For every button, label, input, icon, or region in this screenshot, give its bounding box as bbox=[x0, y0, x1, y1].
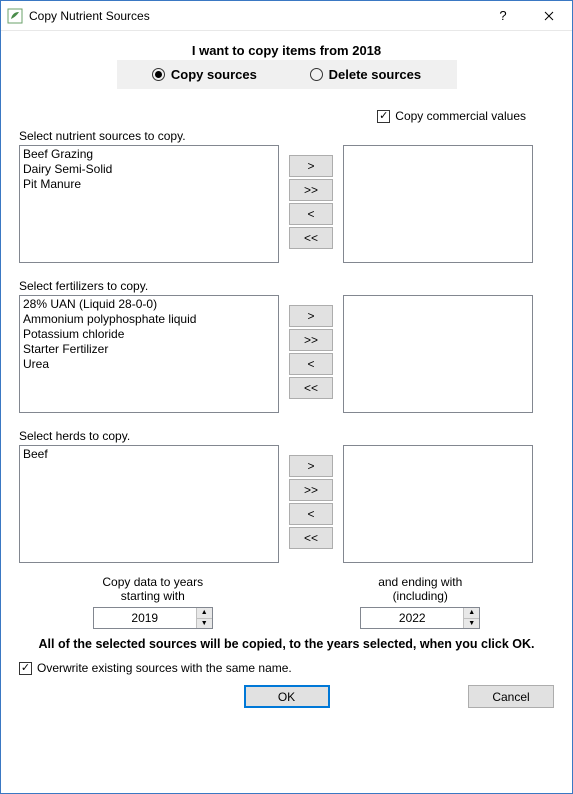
section-nutrient: Select nutrient sources to copy. Beef Gr… bbox=[19, 129, 554, 263]
list-item[interactable]: Starter Fertilizer bbox=[23, 342, 275, 357]
section-herds: Select herds to copy. Beef > >> < << bbox=[19, 429, 554, 563]
radio-dot-icon bbox=[152, 68, 165, 81]
remove-button[interactable]: < bbox=[289, 503, 333, 525]
spinner-down-icon[interactable]: ▼ bbox=[197, 619, 212, 629]
fertilizer-list-right[interactable] bbox=[343, 295, 533, 413]
copy-note: All of the selected sources will be copi… bbox=[19, 637, 554, 651]
list-item[interactable]: Urea bbox=[23, 357, 275, 372]
help-button[interactable]: ? bbox=[480, 1, 526, 31]
radio-delete-sources[interactable]: Delete sources bbox=[310, 67, 422, 82]
fertilizer-move-buttons: > >> < << bbox=[289, 305, 333, 399]
fertilizer-list-left[interactable]: 28% UAN (Liquid 28-0-0) Ammonium polypho… bbox=[19, 295, 279, 413]
copy-commercial-row: ✓ Copy commercial values bbox=[19, 109, 554, 123]
remove-button[interactable]: < bbox=[289, 353, 333, 375]
add-button[interactable]: > bbox=[289, 155, 333, 177]
year-end-spinner[interactable]: 2022 ▲ ▼ bbox=[360, 607, 480, 629]
overwrite-row: ✓ Overwrite existing sources with the sa… bbox=[19, 661, 554, 675]
spinner-arrows: ▲ ▼ bbox=[463, 608, 479, 628]
ok-button[interactable]: OK bbox=[244, 685, 330, 708]
nutrient-source-list-left[interactable]: Beef Grazing Dairy Semi-Solid Pit Manure bbox=[19, 145, 279, 263]
fertilizer-label: Select fertilizers to copy. bbox=[19, 279, 554, 293]
overwrite-checkbox[interactable]: ✓ Overwrite existing sources with the sa… bbox=[19, 661, 554, 675]
spinner-down-icon[interactable]: ▼ bbox=[464, 619, 479, 629]
herds-list-right[interactable] bbox=[343, 445, 533, 563]
app-icon bbox=[7, 8, 23, 24]
copy-header: I want to copy items from 2018 Copy sour… bbox=[117, 43, 457, 89]
remove-all-button[interactable]: << bbox=[289, 527, 333, 549]
year-start-block: Copy data to years starting with 2019 ▲ … bbox=[53, 575, 253, 629]
spinner-up-icon[interactable]: ▲ bbox=[464, 608, 479, 619]
add-all-button[interactable]: >> bbox=[289, 329, 333, 351]
remove-button[interactable]: < bbox=[289, 203, 333, 225]
remove-all-button[interactable]: << bbox=[289, 377, 333, 399]
dialog-window: Copy Nutrient Sources ? I want to copy i… bbox=[0, 0, 573, 794]
close-button[interactable] bbox=[526, 1, 572, 31]
remove-all-button[interactable]: << bbox=[289, 227, 333, 249]
nutrient-source-list-right[interactable] bbox=[343, 145, 533, 263]
radio-delete-label: Delete sources bbox=[329, 67, 422, 82]
nutrient-label: Select nutrient sources to copy. bbox=[19, 129, 554, 143]
herds-move-buttons: > >> < << bbox=[289, 455, 333, 549]
radio-copy-label: Copy sources bbox=[171, 67, 257, 82]
nutrient-move-buttons: > >> < << bbox=[289, 155, 333, 249]
add-all-button[interactable]: >> bbox=[289, 479, 333, 501]
dialog-button-row: OK Cancel bbox=[19, 685, 554, 713]
add-button[interactable]: > bbox=[289, 455, 333, 477]
list-item[interactable]: Dairy Semi-Solid bbox=[23, 162, 275, 177]
list-item[interactable]: Ammonium polyphosphate liquid bbox=[23, 312, 275, 327]
copy-commercial-checkbox[interactable]: ✓ Copy commercial values bbox=[377, 109, 526, 123]
herds-list-left[interactable]: Beef bbox=[19, 445, 279, 563]
year-start-label2: starting with bbox=[53, 589, 253, 603]
radio-copy-sources[interactable]: Copy sources bbox=[152, 67, 257, 82]
herds-label: Select herds to copy. bbox=[19, 429, 554, 443]
year-end-label2: (including) bbox=[320, 589, 520, 603]
year-start-spinner[interactable]: 2019 ▲ ▼ bbox=[93, 607, 213, 629]
radio-empty-icon bbox=[310, 68, 323, 81]
list-item[interactable]: Potassium chloride bbox=[23, 327, 275, 342]
list-item[interactable]: Pit Manure bbox=[23, 177, 275, 192]
spinner-up-icon[interactable]: ▲ bbox=[197, 608, 212, 619]
add-button[interactable]: > bbox=[289, 305, 333, 327]
years-row: Copy data to years starting with 2019 ▲ … bbox=[19, 575, 554, 629]
copy-commercial-label: Copy commercial values bbox=[395, 109, 526, 123]
spinner-arrows: ▲ ▼ bbox=[196, 608, 212, 628]
add-all-button[interactable]: >> bbox=[289, 179, 333, 201]
year-end-label1: and ending with bbox=[320, 575, 520, 589]
year-start-label1: Copy data to years bbox=[53, 575, 253, 589]
overwrite-label: Overwrite existing sources with the same… bbox=[37, 661, 292, 675]
list-item[interactable]: Beef Grazing bbox=[23, 147, 275, 162]
window-title: Copy Nutrient Sources bbox=[29, 9, 480, 23]
section-fertilizers: Select fertilizers to copy. 28% UAN (Liq… bbox=[19, 279, 554, 413]
cancel-button[interactable]: Cancel bbox=[468, 685, 554, 708]
copy-heading: I want to copy items from 2018 bbox=[117, 43, 457, 58]
year-end-block: and ending with (including) 2022 ▲ ▼ bbox=[320, 575, 520, 629]
year-end-value: 2022 bbox=[361, 608, 463, 628]
list-item[interactable]: Beef bbox=[23, 447, 275, 462]
list-item[interactable]: 28% UAN (Liquid 28-0-0) bbox=[23, 297, 275, 312]
checkmark-icon: ✓ bbox=[377, 110, 390, 123]
dialog-content: I want to copy items from 2018 Copy sour… bbox=[1, 31, 572, 793]
action-radio-group: Copy sources Delete sources bbox=[117, 60, 457, 89]
titlebar: Copy Nutrient Sources ? bbox=[1, 1, 572, 31]
year-start-value: 2019 bbox=[94, 608, 196, 628]
checkmark-icon: ✓ bbox=[19, 662, 32, 675]
